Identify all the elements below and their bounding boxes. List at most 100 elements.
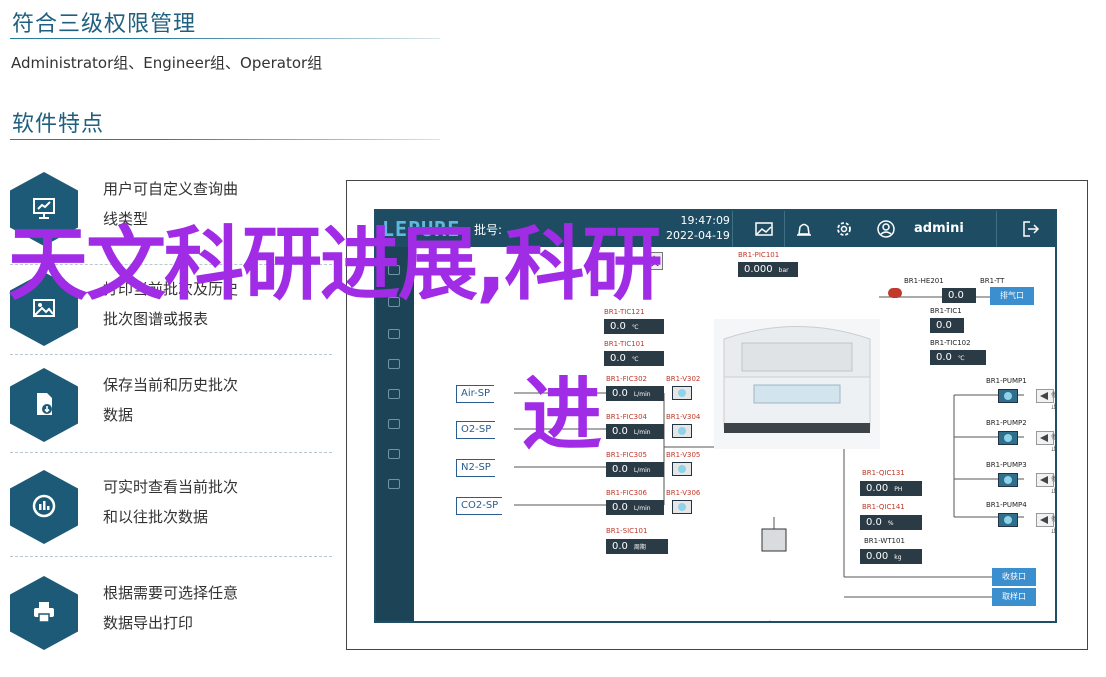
feature-divider: [10, 452, 332, 453]
qic141-readout: 0.0%: [860, 515, 922, 530]
pump-icon[interactable]: [998, 431, 1018, 445]
pump-state: 停止: [1036, 473, 1055, 495]
fic305-readout: 0.0 L/min: [606, 462, 664, 477]
tic101-tag: BR1-TIC101: [604, 340, 645, 348]
pump-tag: BR1-PUMP1: [986, 377, 1027, 385]
harvest-port-button[interactable]: 收获口: [992, 568, 1036, 586]
toolbar-divider: [784, 211, 785, 247]
printer-icon: [10, 576, 78, 650]
co2-sp-input[interactable]: CO2-SP: [456, 497, 503, 515]
fic305-unit: L/min: [633, 467, 651, 474]
control-valve-icon[interactable]: [672, 500, 692, 514]
nav-item-icon[interactable]: [388, 359, 400, 369]
feature-line1: 可实时查看当前批次: [103, 478, 239, 496]
wt101-value: 0.00: [866, 551, 889, 562]
tic101-value: 0.0: [610, 353, 626, 364]
overlay-headline-continued: 进: [522, 368, 602, 461]
exhaust-port-button[interactable]: 排气口: [990, 287, 1034, 305]
pump-icon[interactable]: [998, 473, 1018, 487]
sample-port-button[interactable]: 取样口: [992, 588, 1036, 606]
qic131-readout: 0.00 PH: [860, 481, 922, 496]
clock-date: 2022-04-19: [666, 229, 730, 242]
fic306-unit: L/min: [633, 505, 651, 512]
valve-tag: BR1-V304: [666, 413, 701, 421]
control-valve-icon[interactable]: [672, 424, 692, 438]
logout-icon[interactable]: [1021, 219, 1041, 239]
feature-item: 根据需要可选择任意 数据导出打印: [10, 576, 330, 668]
o2-sp-input[interactable]: O2-SP: [456, 421, 496, 439]
pump-icon[interactable]: [998, 389, 1018, 403]
feature-divider: [10, 354, 332, 355]
svg-text:.: .: [769, 616, 771, 623]
valve-tag: BR1-V305: [666, 451, 701, 459]
qic141-tag: BR1-QIC141: [862, 503, 905, 511]
feature-item: 保存当前和历史批次 数据: [10, 368, 330, 460]
fic302-readout: 0.0 L/min: [606, 386, 664, 401]
overlay-headline: 天文科研进展,科研: [8, 218, 662, 311]
control-valve-icon[interactable]: [672, 386, 692, 400]
nav-item-icon[interactable]: [388, 449, 400, 459]
fic306-tag: BR1-FIC306: [606, 489, 647, 497]
permission-heading: 符合三级权限管理: [12, 12, 197, 37]
tic102-value: 0.0: [936, 352, 952, 363]
fic304-readout: 0.0 L/min: [606, 424, 664, 439]
gauge-chart-icon: [10, 470, 78, 544]
qic141-value: 0.0: [866, 517, 882, 528]
pump-tag: BR1-PUMP4: [986, 501, 1027, 509]
username[interactable]: admini: [914, 221, 964, 236]
feature-line1: 根据需要可选择任意: [103, 584, 239, 602]
settings-gear-icon[interactable]: [834, 219, 854, 239]
tic121-value: 0.0: [610, 321, 626, 332]
nav-item-icon[interactable]: [388, 389, 400, 399]
fic306-readout: 0.0 L/min: [606, 500, 664, 515]
user-account-icon[interactable]: [876, 219, 896, 239]
wt101-tag: BR1-WT101: [864, 537, 905, 545]
image-icon[interactable]: [754, 219, 774, 239]
feature-item: 可实时查看当前批次 和以往批次数据: [10, 470, 330, 562]
bioreactor-machine-image: [714, 319, 880, 449]
tic1-tag: BR1-TIC1: [930, 307, 962, 315]
sic101-unit: 周期: [633, 544, 646, 551]
feature-line1: 用户可自定义查询曲: [103, 180, 239, 198]
clock: 19:47:09 2022-04-19: [666, 213, 730, 243]
sic101-readout: 0.0 周期: [606, 539, 668, 554]
fic302-tag: BR1-FIC302: [606, 375, 647, 383]
features-heading: 软件特点: [12, 112, 105, 137]
alarm-bell-icon[interactable]: [794, 219, 814, 239]
heading-divider: [10, 38, 440, 39]
sic101-value: 0.0: [612, 541, 628, 552]
tic121-readout: 0.0 ℃: [604, 319, 664, 334]
feature-line1: 保存当前和历史批次: [103, 376, 239, 394]
feature-divider: [10, 556, 332, 557]
fic306-value: 0.0: [612, 502, 628, 513]
wt101-readout: 0.00 kg: [860, 549, 922, 564]
tt-readout: 0.0: [942, 288, 976, 303]
tic101-readout: 0.0 ℃: [604, 351, 664, 366]
nav-item-icon[interactable]: [388, 419, 400, 429]
pic101-tag: BR1-PIC101: [738, 251, 780, 259]
clock-time: 19:47:09: [680, 214, 730, 227]
fic302-unit: L/min: [633, 391, 651, 398]
air-sp-input[interactable]: Air-SP: [456, 385, 495, 403]
heater-indicator: [888, 288, 902, 298]
tic121-unit: ℃: [631, 324, 639, 331]
pump-state: 停止: [1036, 431, 1055, 453]
tt-tag: BR1-TT: [980, 277, 1005, 285]
pump-icon[interactable]: [998, 513, 1018, 527]
toolbar-divider: [996, 211, 997, 247]
tt-value: 0.0: [948, 290, 964, 301]
qic131-unit: PH: [894, 486, 903, 493]
tic1-value: 0.0: [936, 320, 952, 331]
control-valve-icon[interactable]: [672, 462, 692, 476]
he201-tag: BR1-HE201: [904, 277, 944, 285]
nav-item-icon[interactable]: [388, 329, 400, 339]
n2-sp-input[interactable]: N2-SP: [456, 459, 495, 477]
qic131-value: 0.00: [866, 483, 889, 494]
pump-state: 停止: [1036, 513, 1055, 535]
nav-item-icon[interactable]: [388, 479, 400, 489]
fic305-value: 0.0: [612, 464, 628, 475]
qic141-unit: %: [887, 520, 894, 527]
fic302-value: 0.0: [612, 388, 628, 399]
wt101-unit: kg: [894, 554, 902, 561]
qic131-tag: BR1-QIC131: [862, 469, 905, 477]
